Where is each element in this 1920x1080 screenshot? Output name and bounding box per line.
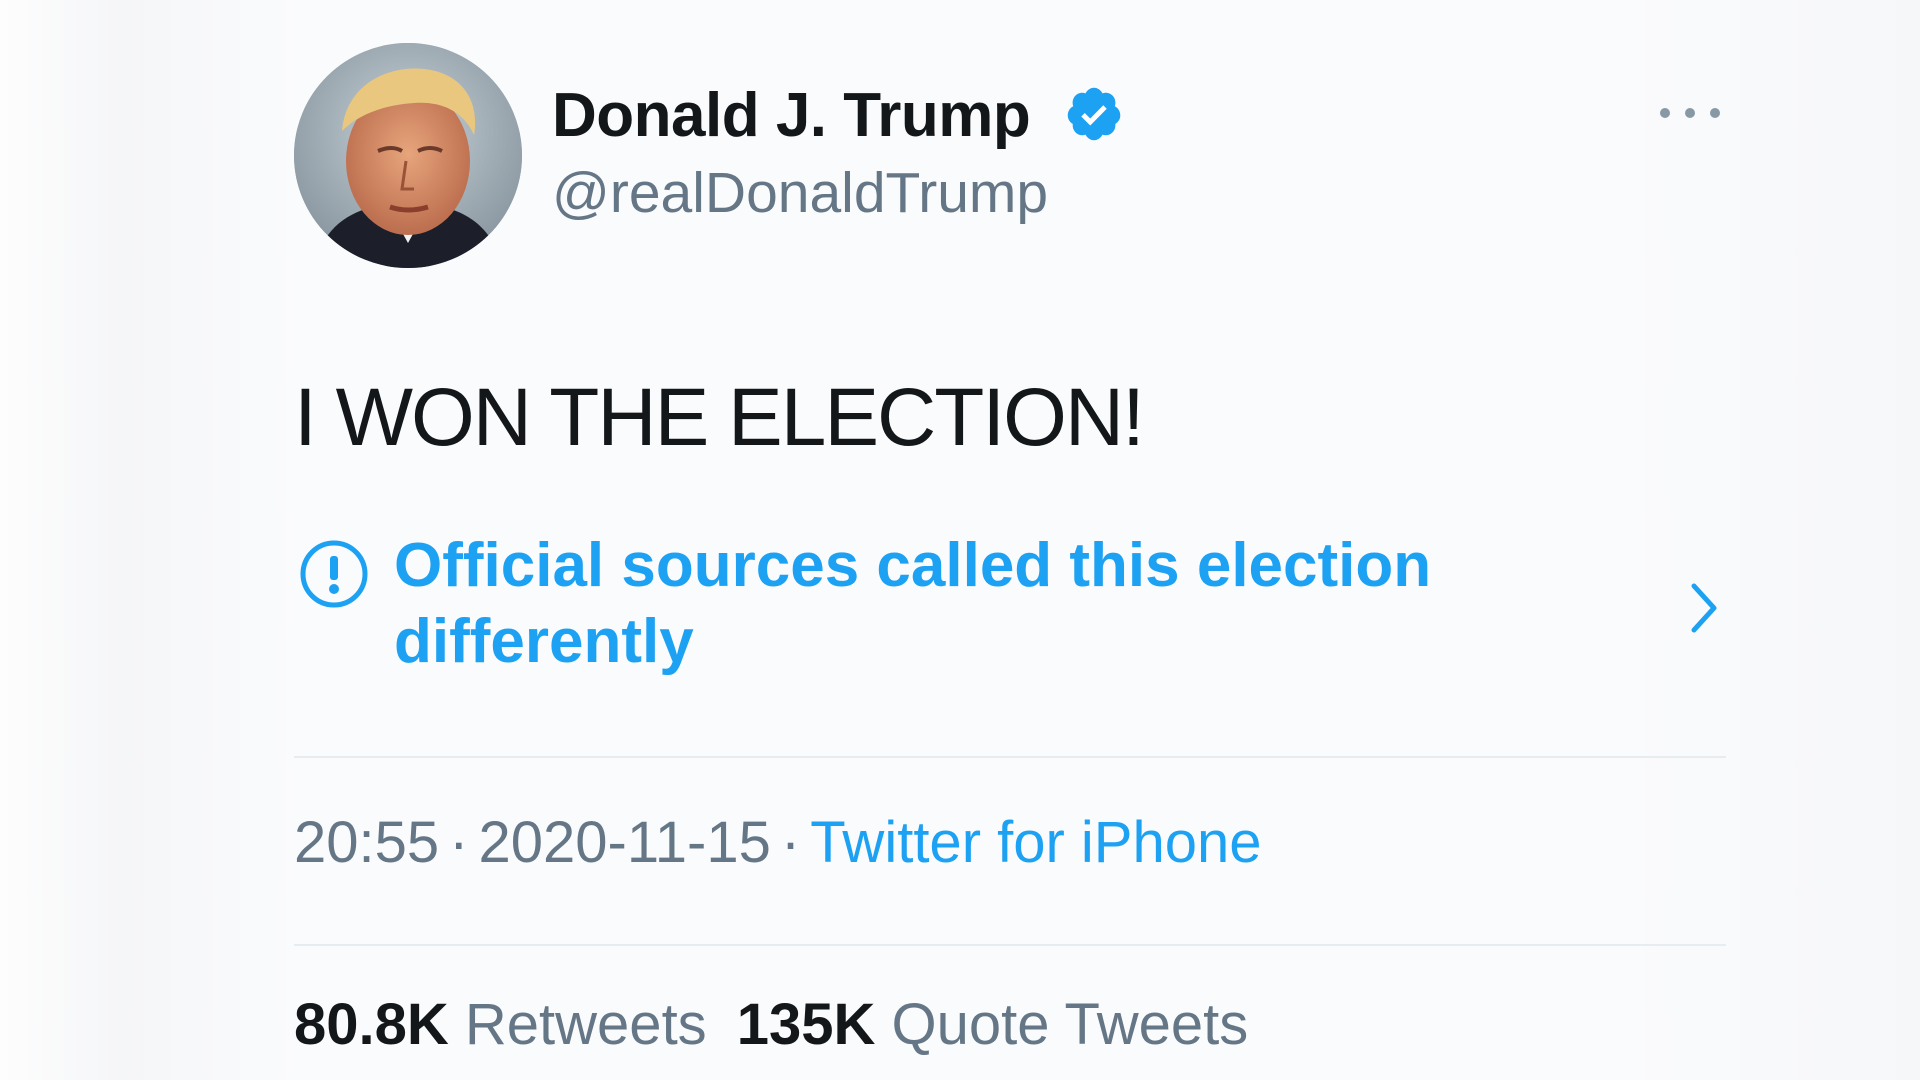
more-icon-dot xyxy=(1710,108,1720,118)
divider xyxy=(294,944,1726,946)
retweets-count: 80.8K xyxy=(294,992,449,1057)
quote-tweets-stat[interactable]: 135K Quote Tweets xyxy=(737,992,1249,1057)
retweets-label: Retweets xyxy=(464,992,707,1057)
verified-badge-icon xyxy=(1067,87,1121,141)
tweet-detail-view: Donald J. Trump @realDonaldTrump I WON T… xyxy=(0,0,1920,1080)
election-notice-link[interactable]: Official sources called this election di… xyxy=(294,528,1724,678)
more-options-button[interactable] xyxy=(1660,98,1720,128)
more-icon xyxy=(1660,108,1670,118)
tweet-metadata: 20:55 · 2020-11-15 · Twitter for iPhone xyxy=(294,808,1262,878)
tweet-time: 20:55 xyxy=(294,810,440,875)
profile-photo xyxy=(294,43,522,268)
retweets-stat[interactable]: 80.8K Retweets xyxy=(294,992,707,1057)
tweet-stats: 80.8K Retweets 135K Quote Tweets xyxy=(294,990,1278,1060)
separator: · xyxy=(780,810,801,875)
more-icon-dot xyxy=(1685,108,1695,118)
quote-tweets-count: 135K xyxy=(736,992,876,1057)
user-handle[interactable]: @realDonaldTrump xyxy=(552,158,1048,228)
tweet-text: I WON THE ELECTION! xyxy=(294,372,1145,463)
exclamation-circle-icon xyxy=(300,540,368,608)
quote-tweets-label: Quote Tweets xyxy=(891,992,1249,1057)
display-name[interactable]: Donald J. Trump xyxy=(552,80,1031,152)
source-link[interactable]: Twitter for iPhone xyxy=(810,810,1261,875)
chevron-right-icon xyxy=(1691,583,1717,633)
separator: · xyxy=(449,810,469,875)
divider xyxy=(294,756,1726,758)
tweet-date: 2020-11-15 xyxy=(478,810,771,875)
avatar[interactable] xyxy=(294,43,522,268)
notice-text: Official sources called this election di… xyxy=(394,531,1432,676)
